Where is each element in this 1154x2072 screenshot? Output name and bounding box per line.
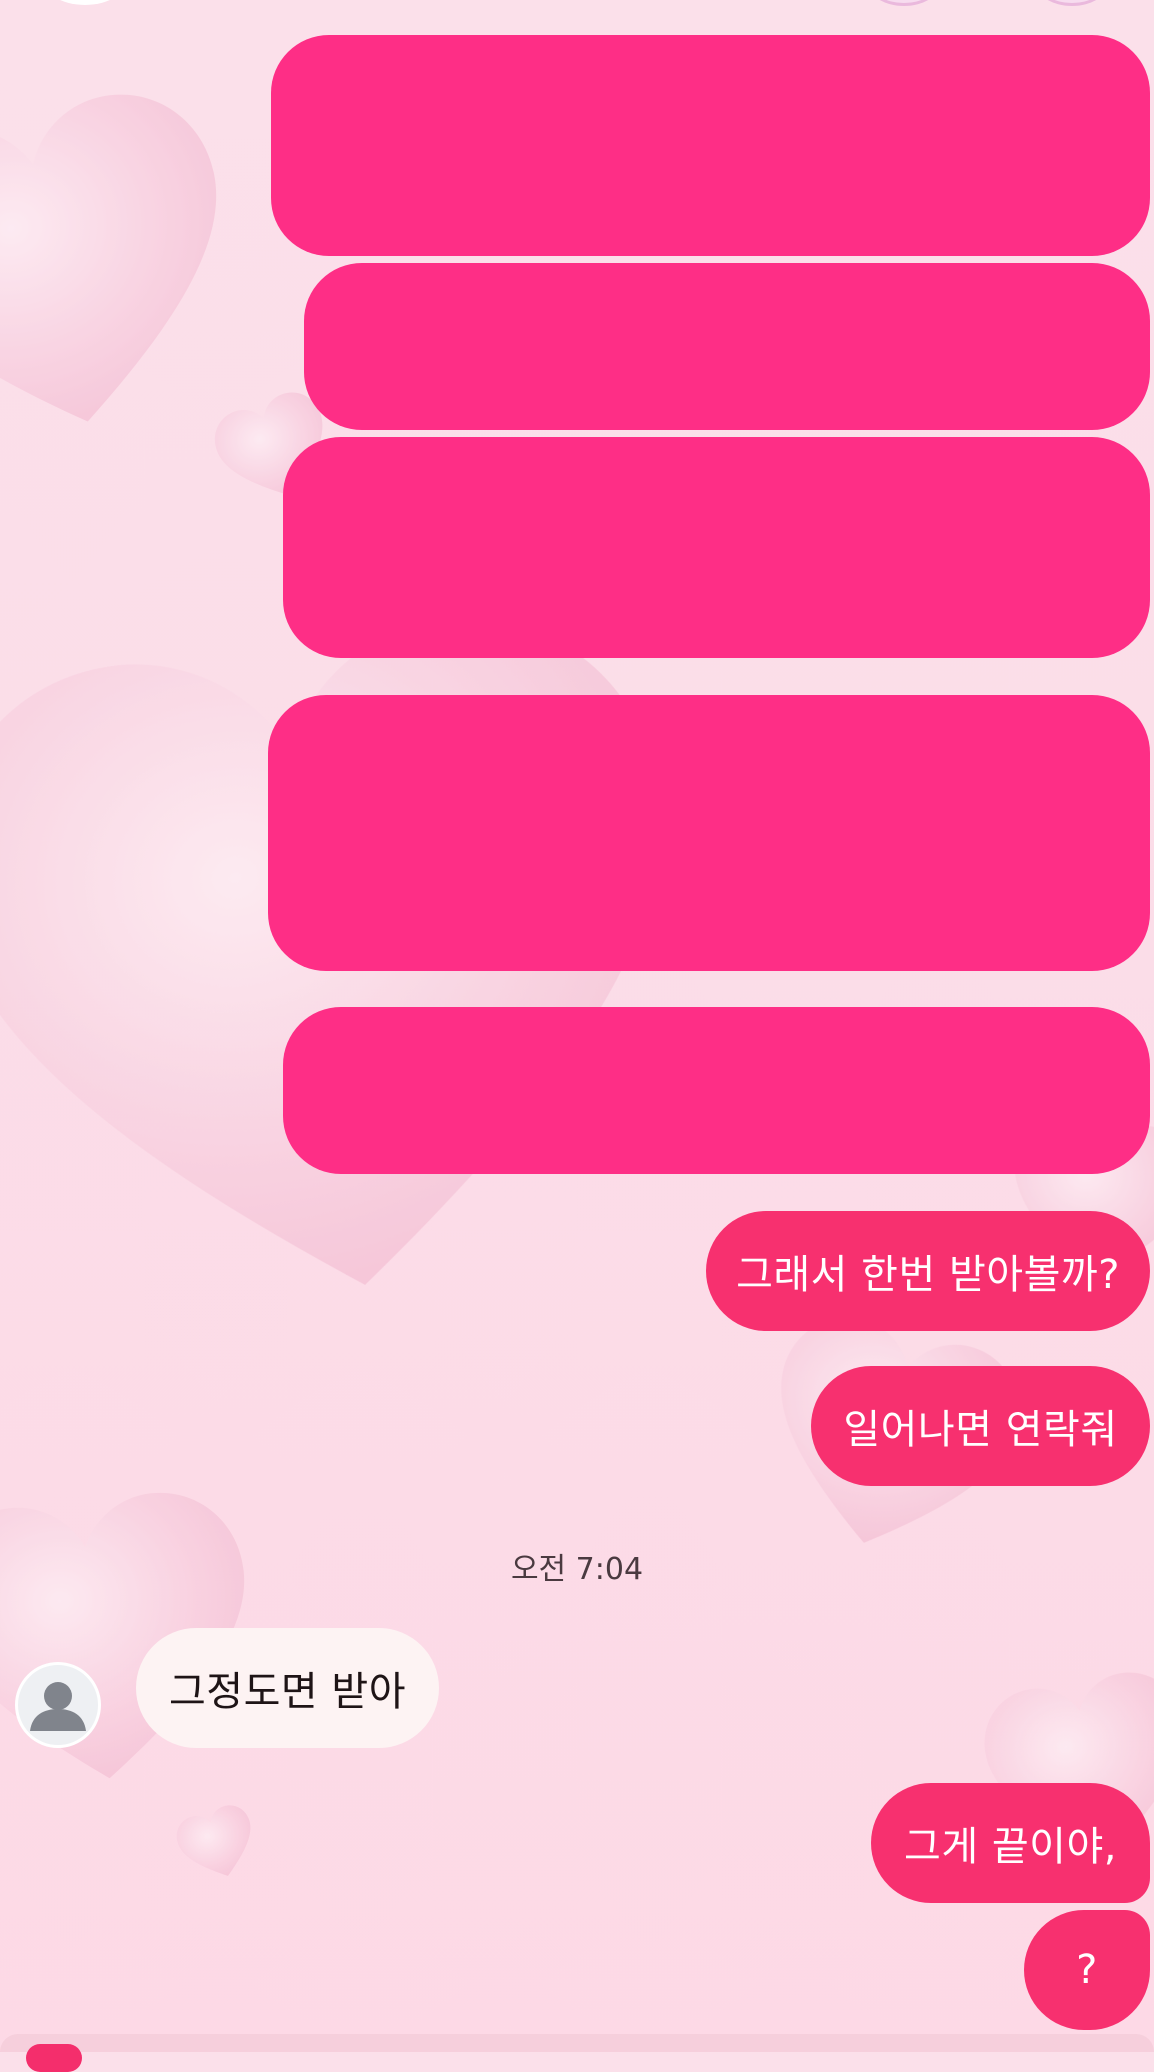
sent-message[interactable]: 그래서 한번 받아볼까? <box>706 1211 1150 1331</box>
input-action-icon[interactable] <box>26 2044 82 2072</box>
chat-thread: 그래서 한번 받아볼까? 일어나면 연락줘 오전 7:04 그정도면 받아 그게… <box>0 0 1154 2072</box>
redacted-message[interactable] <box>268 695 1150 971</box>
sent-message[interactable]: 그게 끝이야, <box>871 1783 1150 1903</box>
default-person-icon <box>30 1682 86 1731</box>
redacted-message[interactable] <box>283 437 1150 658</box>
redacted-message[interactable] <box>271 35 1150 256</box>
sent-message[interactable]: ? <box>1024 1910 1150 2030</box>
sender-avatar[interactable] <box>15 1662 101 1748</box>
top-reaction-icon[interactable] <box>1036 0 1108 6</box>
message-input-bar[interactable] <box>0 2034 1154 2052</box>
redacted-message[interactable] <box>304 263 1150 430</box>
message-timestamp: 오전 7:04 <box>510 1552 644 1587</box>
top-avatar-edge <box>40 0 130 5</box>
top-reaction-icon[interactable] <box>868 0 940 6</box>
sent-message[interactable]: 일어나면 연락줘 <box>811 1366 1150 1486</box>
redacted-message[interactable] <box>283 1007 1150 1174</box>
received-message[interactable]: 그정도면 받아 <box>136 1628 439 1748</box>
